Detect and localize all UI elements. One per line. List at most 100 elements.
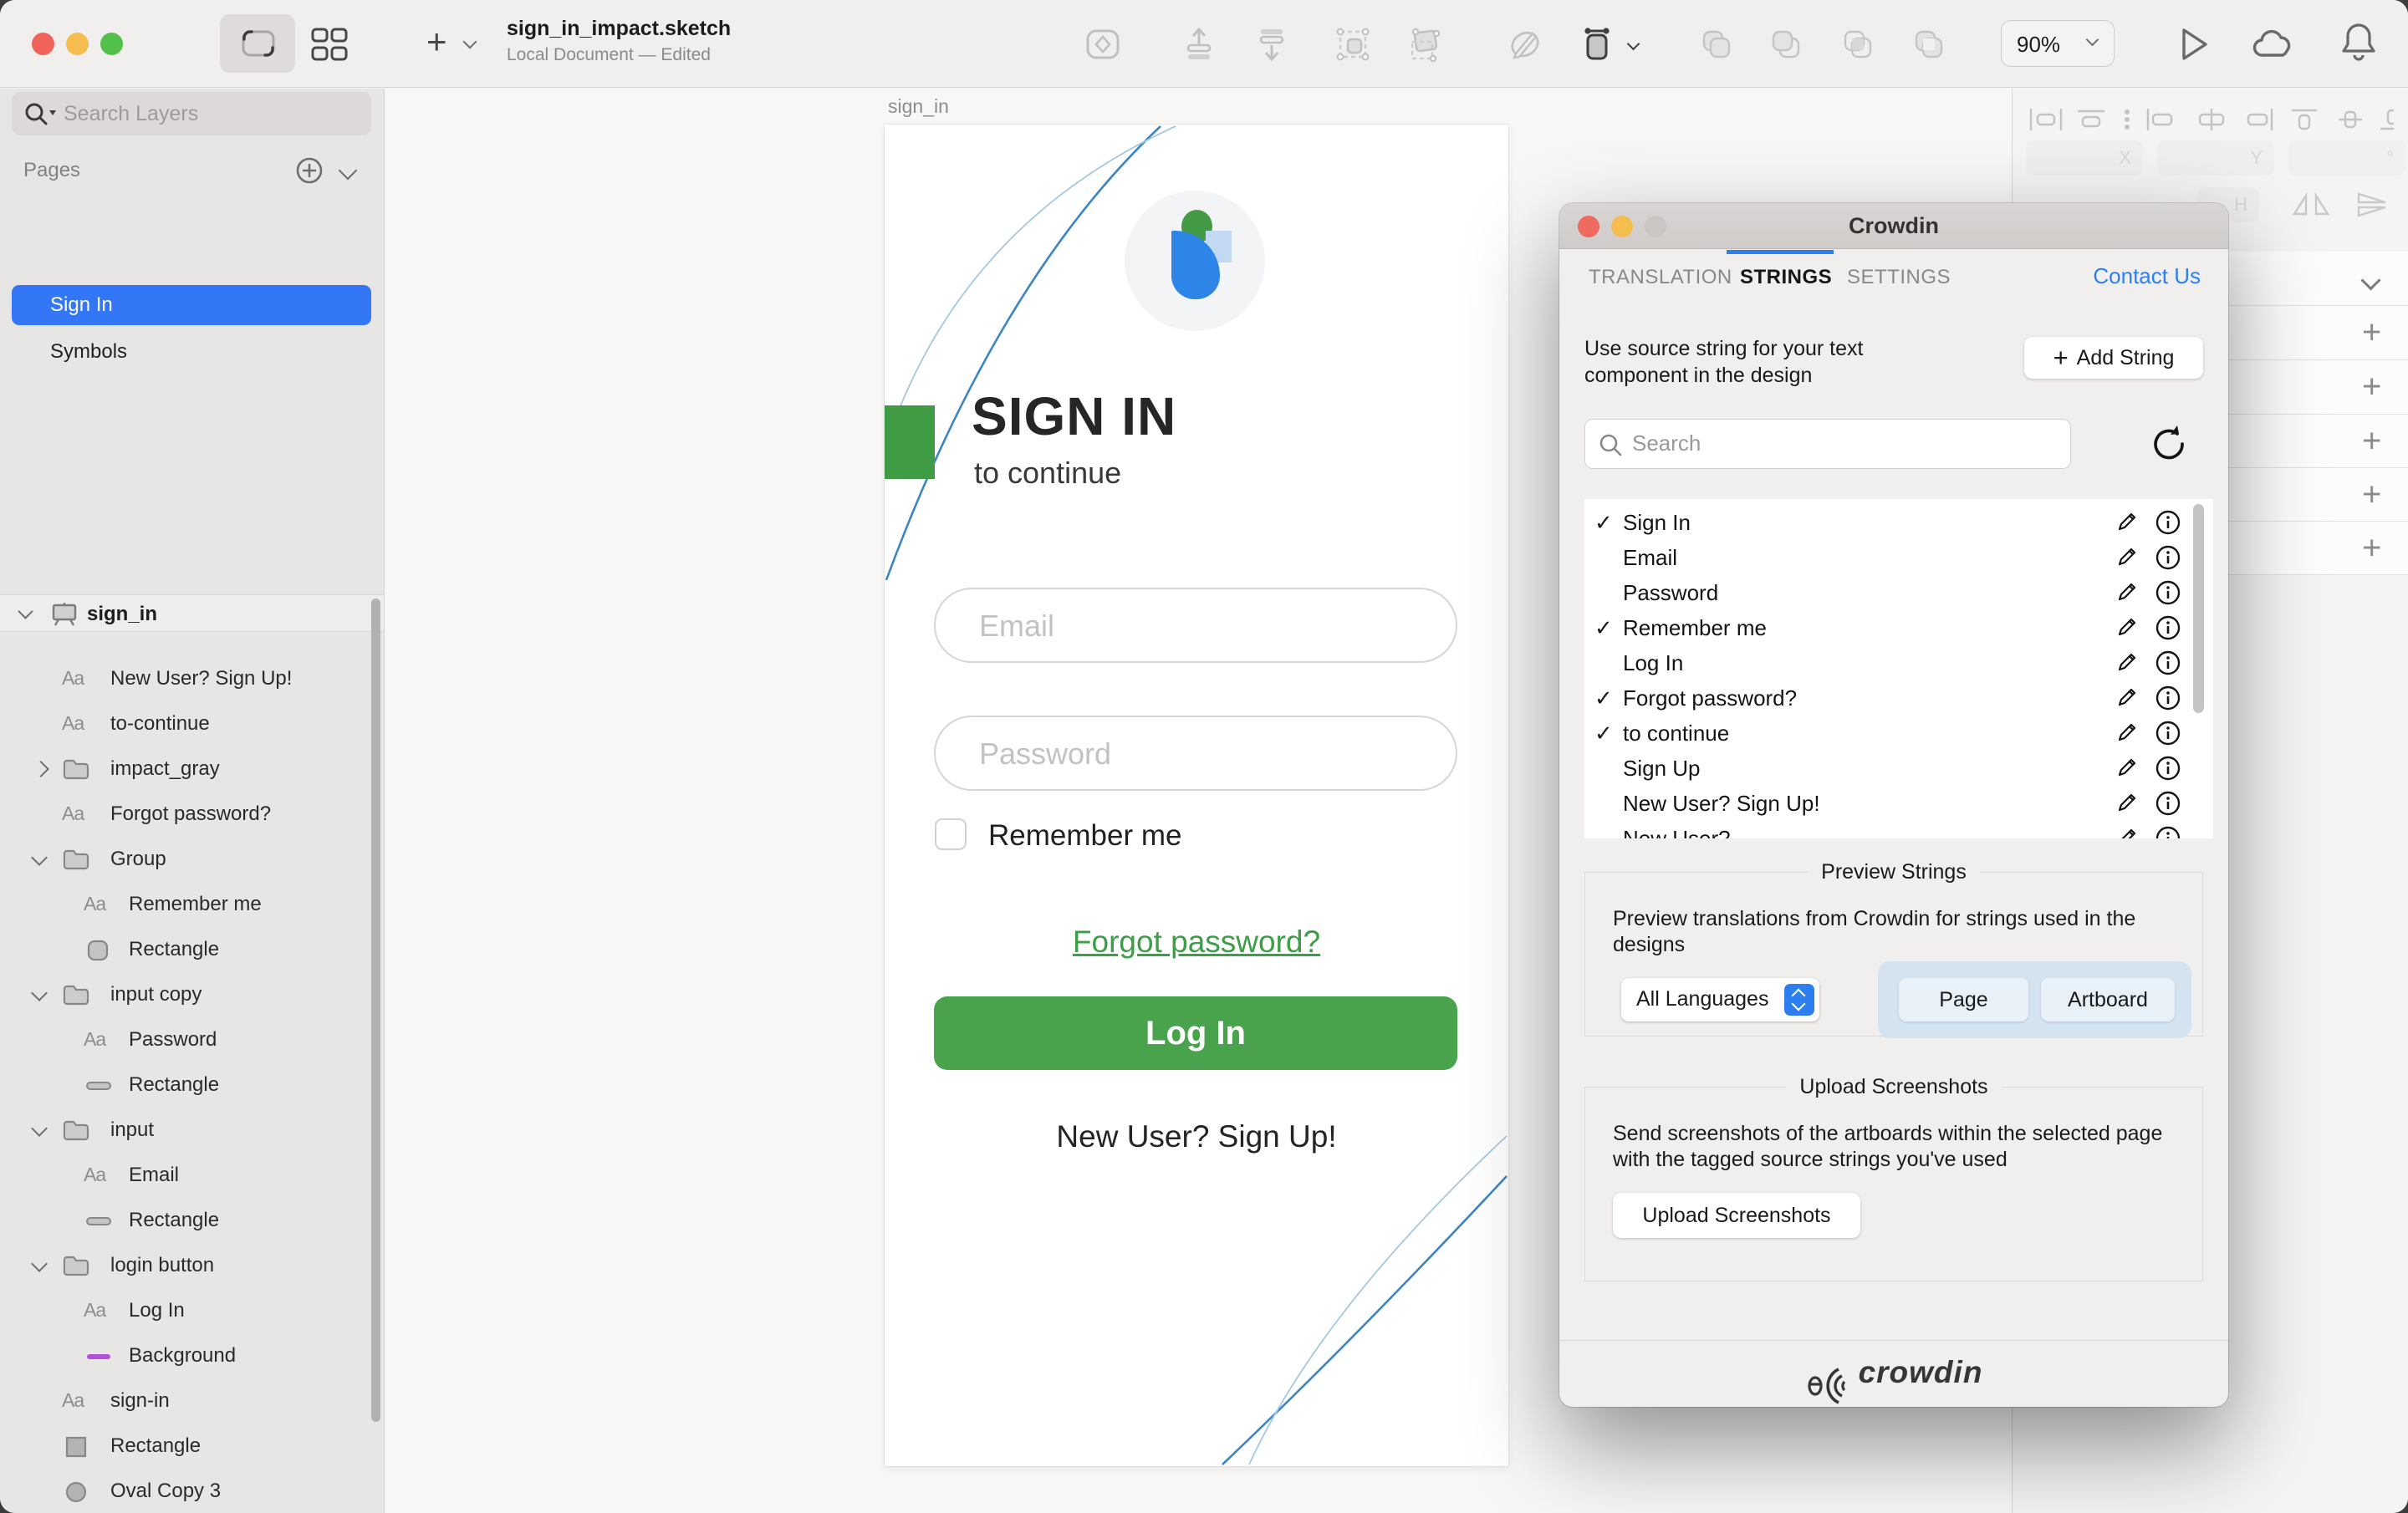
layer-row[interactable]: AaEmail bbox=[0, 1153, 384, 1198]
email-field[interactable]: Email bbox=[934, 588, 1457, 663]
heading-accent-rectangle[interactable] bbox=[885, 405, 935, 479]
layer-row[interactable]: AaPassword bbox=[0, 1017, 384, 1062]
expander-chevron-icon[interactable] bbox=[31, 985, 48, 1001]
x-position-field[interactable]: X bbox=[2026, 140, 2143, 176]
boolean-difference-icon[interactable] bbox=[1910, 25, 1948, 64]
strings-search-field[interactable] bbox=[1584, 419, 2071, 469]
flip-horizontal-icon[interactable] bbox=[2286, 189, 2336, 221]
edit-string-icon[interactable] bbox=[2115, 825, 2140, 838]
preview-play-icon[interactable] bbox=[2174, 23, 2214, 65]
string-row[interactable]: ✓Log In bbox=[1584, 644, 2213, 680]
remember-me-label[interactable]: Remember me bbox=[988, 819, 1181, 853]
group-icon[interactable] bbox=[1334, 25, 1372, 64]
upload-screenshots-button[interactable]: Upload Screenshots bbox=[1613, 1193, 1860, 1238]
pages-collapse-chevron-icon[interactable] bbox=[339, 161, 358, 181]
preview-page-button[interactable]: Page bbox=[1899, 978, 2028, 1021]
string-info-icon[interactable] bbox=[2155, 825, 2181, 838]
expander-chevron-icon[interactable] bbox=[33, 761, 49, 777]
brand-logo[interactable] bbox=[1125, 191, 1265, 331]
layer-row[interactable]: Oval Copy 3 bbox=[0, 1469, 384, 1513]
search-layers-field[interactable] bbox=[12, 92, 371, 135]
sign-up-text[interactable]: New User? Sign Up! bbox=[885, 1119, 1508, 1154]
bring-forward-icon[interactable] bbox=[1180, 25, 1218, 64]
to-continue-text[interactable]: to continue bbox=[974, 456, 1121, 491]
layer-row[interactable]: Group bbox=[0, 837, 384, 882]
insert-button[interactable]: + bbox=[426, 22, 447, 62]
artboard-chevron-icon[interactable] bbox=[18, 604, 33, 619]
layer-row[interactable]: input copy bbox=[0, 972, 384, 1017]
edit-string-icon[interactable] bbox=[2115, 790, 2140, 815]
page-item-sign-in[interactable]: Sign In bbox=[12, 285, 371, 325]
expander-chevron-icon[interactable] bbox=[31, 1256, 48, 1272]
zoom-window-icon[interactable] bbox=[100, 33, 123, 55]
layer-row[interactable]: AaLog In bbox=[0, 1288, 384, 1333]
string-row[interactable]: ✓Email bbox=[1584, 539, 2213, 574]
create-symbol-icon[interactable] bbox=[1084, 25, 1122, 64]
string-info-icon[interactable] bbox=[2155, 650, 2181, 676]
y-position-field[interactable]: Y bbox=[2157, 140, 2274, 176]
refresh-icon[interactable] bbox=[2149, 422, 2189, 466]
tab-strings[interactable]: STRINGS bbox=[1740, 266, 1832, 289]
layer-row[interactable]: AaRemember me bbox=[0, 882, 384, 927]
string-info-icon[interactable] bbox=[2155, 755, 2181, 782]
string-row[interactable]: ✓Password bbox=[1584, 574, 2213, 609]
layer-row[interactable]: AaNew User? Sign Up! bbox=[0, 656, 384, 701]
components-view-icon[interactable] bbox=[311, 28, 348, 61]
layer-row[interactable]: login button bbox=[0, 1243, 384, 1288]
page-item-symbols[interactable]: Symbols bbox=[12, 332, 371, 372]
string-row[interactable]: ✓Forgot password? bbox=[1584, 680, 2213, 715]
layer-row[interactable]: AaForgot password? bbox=[0, 792, 384, 837]
layer-row[interactable]: Aato-continue bbox=[0, 701, 384, 746]
close-window-icon[interactable] bbox=[32, 33, 54, 55]
strings-list-scrollbar[interactable] bbox=[2193, 504, 2204, 713]
sign-in-heading[interactable]: SIGN IN bbox=[972, 385, 1176, 447]
string-info-icon[interactable] bbox=[2155, 579, 2181, 606]
layer-row[interactable]: Rectangle bbox=[0, 927, 384, 972]
rotation-field[interactable]: ° bbox=[2288, 140, 2405, 176]
expander-chevron-icon[interactable] bbox=[31, 849, 48, 866]
string-info-icon[interactable] bbox=[2155, 544, 2181, 571]
boolean-union-icon[interactable] bbox=[1697, 25, 1736, 64]
artboard-group-header[interactable]: sign_in bbox=[0, 594, 384, 632]
string-info-icon[interactable] bbox=[2155, 685, 2181, 711]
artboard-title-label[interactable]: sign_in bbox=[888, 95, 949, 118]
layer-row[interactable]: Rectangle bbox=[0, 1198, 384, 1243]
language-select[interactable]: All Languages bbox=[1621, 978, 1819, 1021]
string-info-icon[interactable] bbox=[2155, 509, 2181, 536]
layer-row[interactable]: Rectangle bbox=[0, 1424, 384, 1469]
zoom-level-select[interactable]: 90% bbox=[2001, 20, 2115, 67]
string-info-icon[interactable] bbox=[2155, 720, 2181, 746]
expander-chevron-icon[interactable] bbox=[31, 1120, 48, 1137]
contact-us-link[interactable]: Contact Us bbox=[2093, 263, 2201, 289]
boolean-intersect-icon[interactable] bbox=[1839, 25, 1877, 64]
scale-icon[interactable] bbox=[1578, 25, 1616, 64]
password-field[interactable]: Password bbox=[934, 716, 1457, 791]
layer-row[interactable]: Background bbox=[0, 1333, 384, 1378]
string-info-icon[interactable] bbox=[2155, 790, 2181, 817]
string-row[interactable]: ✓Sign In bbox=[1584, 504, 2213, 539]
forgot-password-link[interactable]: Forgot password? bbox=[885, 925, 1508, 960]
scale-chevron-icon[interactable] bbox=[1627, 38, 1640, 51]
log-in-button[interactable]: Log In bbox=[934, 996, 1457, 1070]
sign-in-artboard[interactable]: SIGN IN to continue Email Password Remem… bbox=[885, 125, 1508, 1466]
layer-row[interactable]: input bbox=[0, 1108, 384, 1153]
edit-string-icon[interactable] bbox=[2115, 579, 2140, 604]
edit-string-icon[interactable] bbox=[2115, 650, 2140, 675]
string-row[interactable]: ✓New User? bbox=[1584, 820, 2213, 838]
boolean-subtract-icon[interactable] bbox=[1767, 25, 1805, 64]
alignment-icons-row[interactable] bbox=[2026, 107, 2394, 132]
add-string-button[interactable]: +Add String bbox=[2024, 337, 2203, 379]
layer-row[interactable]: impact_gray bbox=[0, 746, 384, 792]
string-row[interactable]: ✓to continue bbox=[1584, 715, 2213, 750]
flip-vertical-icon[interactable] bbox=[2347, 189, 2397, 221]
tab-settings[interactable]: SETTINGS bbox=[1847, 266, 1951, 289]
edit-string-icon[interactable] bbox=[2115, 544, 2140, 569]
insert-chevron-icon[interactable] bbox=[463, 35, 477, 49]
edit-string-icon[interactable] bbox=[2115, 720, 2140, 745]
minimize-window-icon[interactable] bbox=[66, 33, 89, 55]
cloud-sync-icon[interactable] bbox=[2251, 25, 2299, 64]
notifications-bell-icon[interactable] bbox=[2338, 20, 2380, 67]
add-page-icon[interactable] bbox=[294, 155, 324, 186]
edit-string-icon[interactable] bbox=[2115, 755, 2140, 780]
layer-row[interactable]: Rectangle bbox=[0, 1062, 384, 1108]
